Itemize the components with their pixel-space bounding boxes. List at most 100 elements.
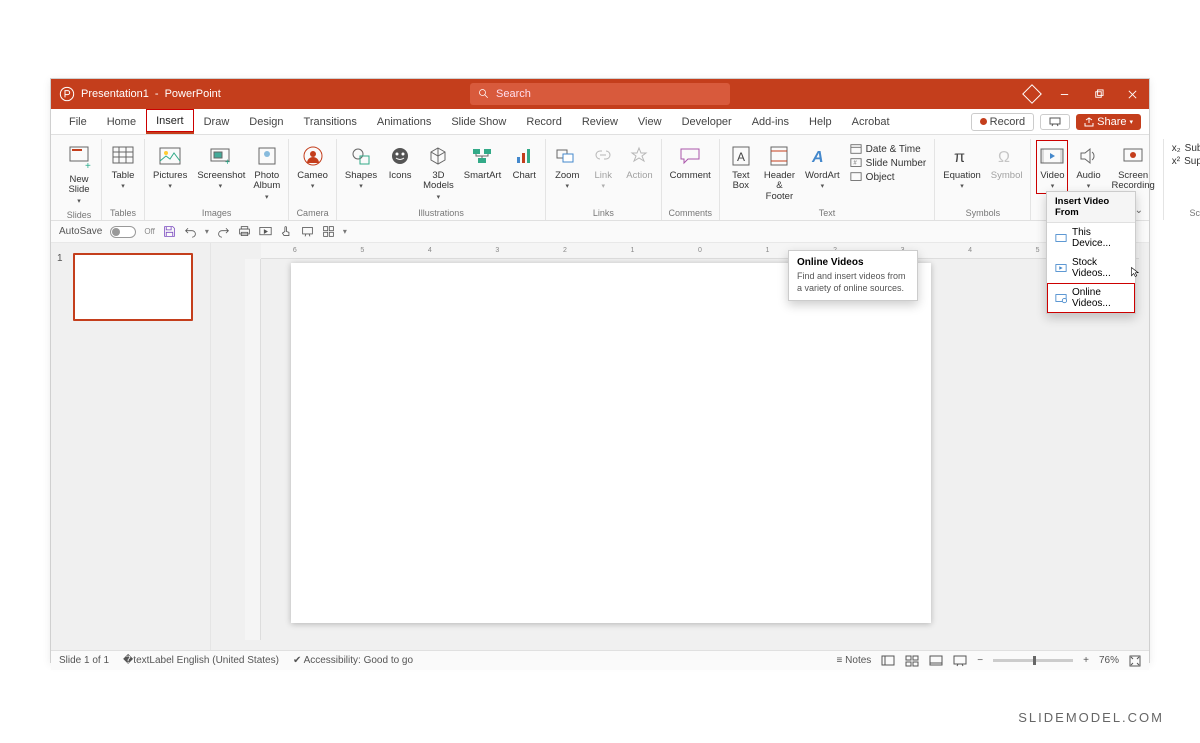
cameo-button[interactable]: Cameo▾: [295, 141, 330, 193]
tab-file[interactable]: File: [59, 109, 97, 134]
autosave-toggle[interactable]: [110, 226, 136, 238]
tab-insert[interactable]: Insert: [146, 109, 194, 134]
icons-icon: [389, 145, 411, 167]
autosave-label: AutoSave: [59, 226, 102, 237]
dropdown-stock-videos[interactable]: Stock Videos...: [1047, 253, 1135, 283]
accessibility-status[interactable]: ✔ Accessibility: Good to go: [293, 655, 413, 666]
tab-developer[interactable]: Developer: [672, 109, 742, 134]
smartart-button[interactable]: SmartArt: [462, 141, 503, 183]
new-slide-button[interactable]: +New Slide▾: [63, 141, 95, 208]
subscript-button[interactable]: x₂Subscript: [1172, 143, 1200, 154]
dropdown-this-device[interactable]: This Device...: [1047, 223, 1135, 253]
comment-button[interactable]: Comment: [668, 141, 713, 183]
zoom-percent[interactable]: 76%: [1099, 655, 1119, 666]
doc-title: Presentation1: [81, 88, 149, 100]
textbox-icon: A: [730, 144, 752, 168]
slideshow-view-icon[interactable]: [953, 655, 967, 667]
stock-icon: [1055, 262, 1067, 274]
save-icon[interactable]: [163, 225, 176, 238]
chart-button[interactable]: Chart: [509, 141, 539, 183]
fit-window-icon[interactable]: [1129, 655, 1141, 667]
equation-icon: π: [950, 145, 974, 167]
svg-text:+: +: [85, 161, 91, 172]
superscript-button[interactable]: x²Superscript: [1172, 156, 1200, 167]
tab-design[interactable]: Design: [239, 109, 293, 134]
tab-acrobat[interactable]: Acrobat: [842, 109, 900, 134]
thumbnail-preview: [73, 253, 193, 321]
zoom-icon: [555, 145, 579, 167]
tab-review[interactable]: Review: [572, 109, 628, 134]
zoom-in-button[interactable]: +: [1083, 655, 1089, 666]
tab-help[interactable]: Help: [799, 109, 842, 134]
ruler-horizontal: 6543210123456: [261, 243, 1139, 259]
workspace: 1 6543210123456: [51, 243, 1149, 650]
minimize-button[interactable]: [1047, 79, 1081, 109]
3d-models-button[interactable]: 3D Models▾: [421, 141, 456, 204]
normal-view-icon[interactable]: [881, 655, 895, 667]
photo-album-button[interactable]: Photo Album▾: [251, 141, 282, 204]
chart-icon: [513, 145, 535, 167]
present-button[interactable]: [1040, 114, 1070, 130]
object-button[interactable]: Object: [850, 171, 927, 183]
zoom-button[interactable]: Zoom▾: [552, 141, 582, 193]
share-button[interactable]: Share▾: [1076, 114, 1141, 130]
action-button[interactable]: Action: [624, 141, 654, 183]
link-button[interactable]: Link▾: [588, 141, 618, 193]
tab-draw[interactable]: Draw: [194, 109, 240, 134]
comment-icon: [678, 145, 702, 167]
screenshot-button[interactable]: +Screenshot▾: [195, 141, 245, 193]
shapes-button[interactable]: Shapes▾: [343, 141, 379, 193]
video-icon: [1039, 145, 1065, 167]
premium-icon[interactable]: [1022, 84, 1042, 104]
datetime-button[interactable]: Date & Time: [850, 143, 927, 155]
video-dropdown: Insert Video From This Device... Stock V…: [1046, 191, 1136, 314]
screenshot-icon: +: [208, 145, 232, 167]
restore-button[interactable]: [1081, 79, 1115, 109]
tab-view[interactable]: View: [628, 109, 672, 134]
slide-canvas[interactable]: [291, 263, 931, 623]
zoom-out-button[interactable]: −: [977, 655, 983, 666]
equation-button[interactable]: πEquation▾: [941, 141, 983, 193]
close-button[interactable]: [1115, 79, 1149, 109]
undo-icon[interactable]: [184, 225, 197, 238]
mouse-cursor: [1130, 266, 1142, 278]
thumbnail-1[interactable]: 1: [57, 253, 204, 321]
tab-animations[interactable]: Animations: [367, 109, 441, 134]
notes-button[interactable]: ≡ Notes: [837, 655, 872, 666]
svg-text:A: A: [811, 149, 824, 166]
search-box[interactable]: Search: [470, 83, 730, 105]
qat-grid-icon[interactable]: [322, 225, 335, 238]
qat-touch-icon[interactable]: [280, 225, 293, 238]
qat-print-icon[interactable]: [238, 225, 251, 238]
dropdown-online-videos[interactable]: Online Videos...: [1047, 283, 1135, 313]
slide-counter[interactable]: Slide 1 of 1: [59, 655, 109, 666]
video-button[interactable]: Video▾: [1037, 141, 1067, 193]
record-button[interactable]: Record: [971, 113, 1034, 131]
share-icon: [1084, 117, 1094, 127]
symbol-button[interactable]: ΩSymbol: [989, 141, 1025, 183]
tab-slideshow[interactable]: Slide Show: [441, 109, 516, 134]
screen-recording-button[interactable]: Screen Recording: [1109, 141, 1156, 194]
qat-present-icon[interactable]: [301, 225, 314, 238]
slidenumber-button[interactable]: #Slide Number: [850, 157, 927, 169]
wordart-button[interactable]: AWordArt▾: [803, 141, 842, 193]
tab-record[interactable]: Record: [516, 109, 571, 134]
table-button[interactable]: Table▾: [108, 141, 138, 193]
svg-text:Ω: Ω: [998, 149, 1010, 166]
tab-addins[interactable]: Add-ins: [742, 109, 799, 134]
header-footer-button[interactable]: Header & Footer: [762, 141, 797, 204]
tab-home[interactable]: Home: [97, 109, 146, 134]
sorter-view-icon[interactable]: [905, 655, 919, 667]
qat-from-beginning-icon[interactable]: [259, 225, 272, 238]
textbox-button[interactable]: AText Box: [726, 141, 756, 194]
zoom-slider[interactable]: [993, 659, 1073, 662]
powerpoint-window: Presentation1 - PowerPoint Search File H…: [50, 78, 1150, 663]
tab-transitions[interactable]: Transitions: [294, 109, 367, 134]
redo-icon[interactable]: [217, 225, 230, 238]
language-status[interactable]: �textLabel English (United States): [123, 655, 279, 666]
reading-view-icon[interactable]: [929, 655, 943, 667]
audio-button[interactable]: Audio▾: [1073, 141, 1103, 193]
icons-button[interactable]: Icons: [385, 141, 415, 183]
pictures-button[interactable]: Pictures▾: [151, 141, 189, 193]
slide-canvas-area: 6543210123456: [211, 243, 1149, 650]
